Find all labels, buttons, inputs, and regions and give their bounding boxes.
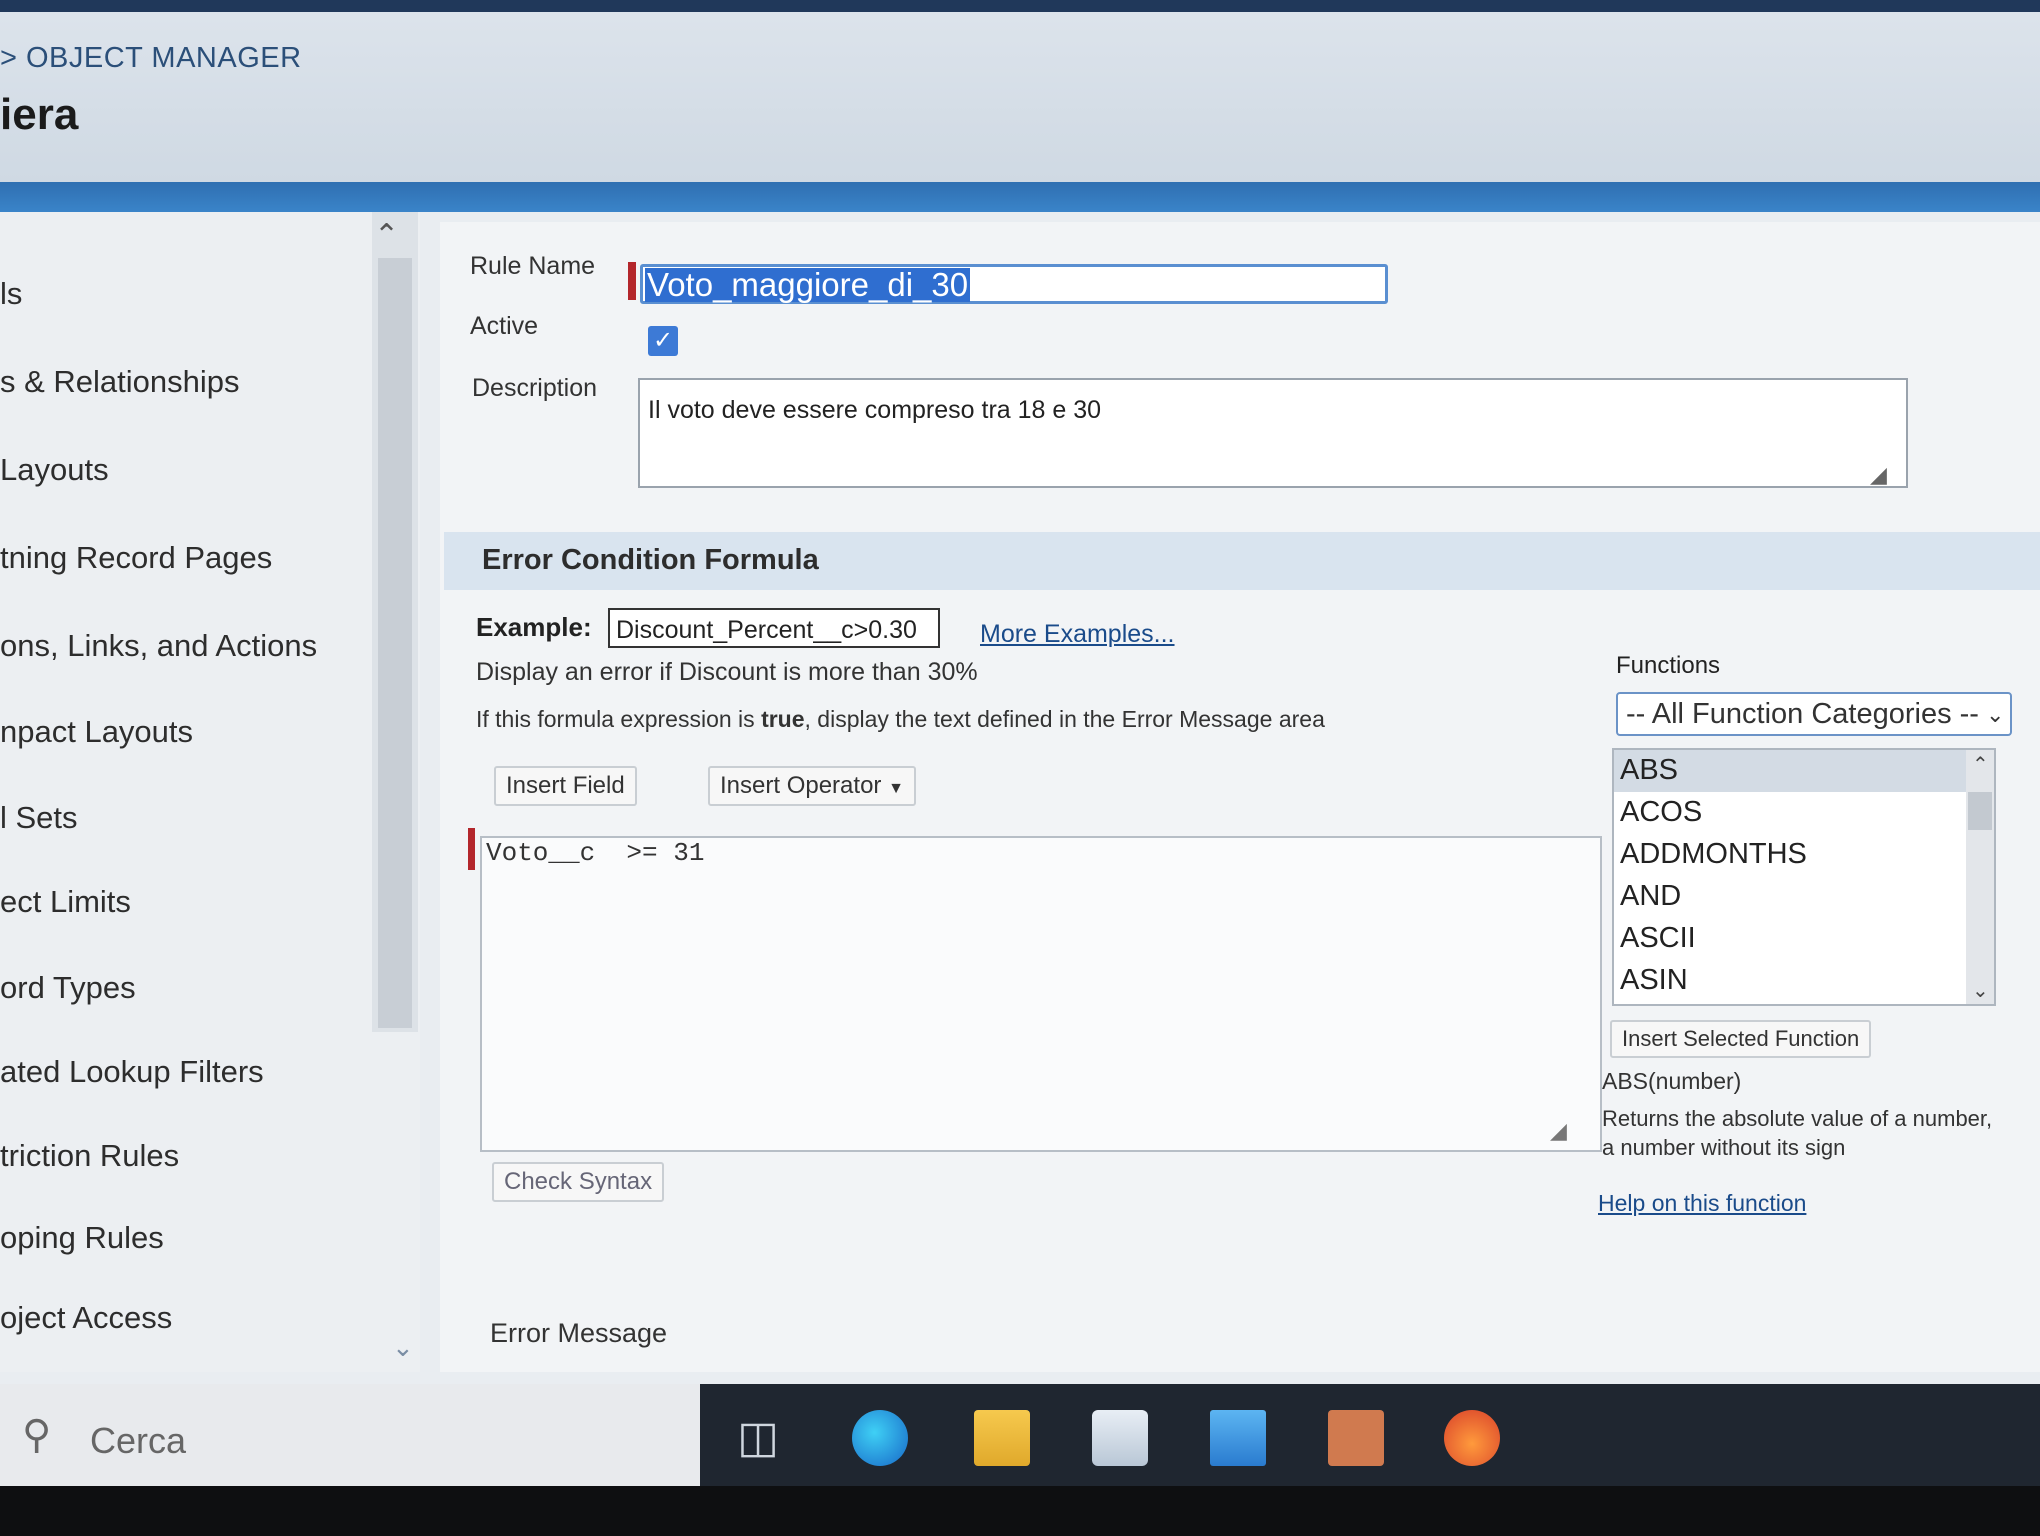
required-indicator bbox=[468, 828, 475, 870]
chevron-down-icon[interactable]: ⌄ bbox=[1972, 978, 1989, 1003]
function-item-acos[interactable]: ACOS bbox=[1620, 796, 1702, 829]
file-explorer-icon[interactable] bbox=[974, 1410, 1030, 1466]
function-item-asin[interactable]: ASIN bbox=[1620, 964, 1688, 997]
functions-label: Functions bbox=[1616, 652, 1721, 679]
more-examples-link[interactable]: More Examples... bbox=[980, 620, 1175, 649]
formula-hint: If this formula expression is true, disp… bbox=[476, 706, 1325, 733]
formula-editor-value[interactable]: Voto__c >= 31 bbox=[486, 838, 704, 868]
example-label: Example: bbox=[476, 612, 592, 642]
checkmark-icon: ✓ bbox=[652, 327, 674, 354]
chevron-down-icon[interactable]: ⌄ bbox=[392, 1332, 414, 1363]
function-list-scrollbar[interactable] bbox=[1966, 750, 1994, 1004]
function-item-and[interactable]: AND bbox=[1620, 880, 1681, 913]
sidebar-item-restriction-rules[interactable]: triction Rules bbox=[0, 1138, 179, 1174]
formula-hint-prefix: If this formula expression is bbox=[476, 706, 762, 732]
insert-selected-function-button[interactable]: Insert Selected Function bbox=[1610, 1020, 1872, 1058]
sidebar-item-compact-layouts[interactable]: npact Layouts bbox=[0, 714, 193, 750]
page-header bbox=[0, 0, 2040, 182]
sidebar-item-object-limits[interactable]: ect Limits bbox=[0, 884, 131, 920]
formula-hint-bold: true bbox=[761, 706, 805, 732]
sidebar-item-buttons-links-actions[interactable]: ons, Links, and Actions bbox=[0, 628, 317, 664]
insert-operator-button[interactable]: Insert Operator ▼ bbox=[708, 766, 916, 806]
check-syntax-button[interactable]: Check Syntax bbox=[492, 1162, 665, 1202]
example-value: Discount_Percent__c>0.30 bbox=[616, 616, 917, 644]
section-title: Error Condition Formula bbox=[482, 544, 819, 576]
sidebar-item-relationships[interactable]: s & Relationships bbox=[0, 364, 240, 400]
sidebar-item-record-types[interactable]: ord Types bbox=[0, 970, 136, 1006]
insert-field-button[interactable]: Insert Field bbox=[494, 766, 637, 806]
help-on-function-link[interactable]: Help on this function bbox=[1598, 1190, 1806, 1217]
example-description: Display an error if Discount is more tha… bbox=[476, 658, 978, 686]
description-value[interactable]: Il voto deve essere compreso tra 18 e 30 bbox=[648, 396, 1101, 425]
formula-hint-suffix: , display the text defined in the Error … bbox=[804, 706, 1325, 732]
rule-name-value[interactable]: Voto_maggiore_di_30 bbox=[645, 268, 971, 302]
resize-handle-icon[interactable]: ◢ bbox=[1870, 462, 1887, 488]
function-description: Returns the absolute value of a number, … bbox=[1602, 1106, 1993, 1160]
chevron-up-icon[interactable]: ⌃ bbox=[1972, 752, 1989, 777]
rule-name-label: Rule Name bbox=[470, 252, 596, 280]
search-icon[interactable]: ⚲ bbox=[22, 1412, 51, 1458]
store-icon[interactable] bbox=[1092, 1410, 1148, 1466]
formula-editor[interactable] bbox=[480, 836, 1602, 1152]
description-textarea[interactable] bbox=[638, 378, 1908, 488]
error-message-label: Error Message bbox=[490, 1318, 668, 1348]
active-label: Active bbox=[470, 312, 539, 340]
sidebar-item-scoping-rules[interactable]: oping Rules bbox=[0, 1220, 164, 1256]
caret-down-icon: ▼ bbox=[888, 780, 904, 797]
sidebar-scrollbar-thumb[interactable] bbox=[378, 258, 412, 1028]
taskbar-search-placeholder[interactable]: Cerca bbox=[90, 1420, 186, 1462]
firefox-icon[interactable] bbox=[1444, 1410, 1500, 1466]
function-item-ascii[interactable]: ASCII bbox=[1620, 922, 1696, 955]
chevron-up-icon[interactable]: ⌃ bbox=[374, 218, 399, 253]
sidebar-item-page-layouts[interactable]: Layouts bbox=[0, 452, 109, 488]
sidebar-item-lightning-record-pages[interactable]: tning Record Pages bbox=[0, 540, 272, 576]
function-item-addmonths[interactable]: ADDMONTHS bbox=[1620, 838, 1807, 871]
description-label: Description bbox=[472, 374, 598, 402]
sidebar-item-field-sets[interactable]: l Sets bbox=[0, 800, 78, 836]
edge-icon[interactable] bbox=[852, 1410, 908, 1466]
active-checkbox[interactable]: ✓ bbox=[648, 326, 678, 356]
header-top-bar bbox=[0, 0, 2040, 12]
function-list-scrollbar-thumb[interactable] bbox=[1968, 792, 1992, 830]
resize-handle-icon[interactable]: ◢ bbox=[1550, 1118, 1567, 1144]
required-indicator bbox=[628, 262, 636, 300]
header-band bbox=[0, 182, 2040, 212]
function-category-value[interactable]: -- All Function Categories -- bbox=[1626, 698, 1979, 731]
page-title: iera bbox=[0, 90, 79, 139]
chevron-down-icon[interactable]: ⌄ bbox=[1986, 702, 2004, 728]
sidebar-item-related-lookup-filters[interactable]: ated Lookup Filters bbox=[0, 1054, 264, 1090]
task-view-icon[interactable]: ◫ bbox=[730, 1410, 786, 1466]
function-signature: ABS(number) bbox=[1602, 1068, 1742, 1094]
sidebar-item-object-access[interactable]: oject Access bbox=[0, 1300, 172, 1336]
calendar-app-icon[interactable] bbox=[1328, 1410, 1384, 1466]
function-item-abs[interactable]: ABS bbox=[1620, 754, 1678, 787]
sidebar-item-fields[interactable]: ls bbox=[0, 276, 22, 312]
insert-operator-label: Insert Operator bbox=[720, 772, 882, 799]
mail-icon[interactable] bbox=[1210, 1410, 1266, 1466]
breadcrumb[interactable]: > OBJECT MANAGER bbox=[0, 42, 302, 75]
screen-bezel bbox=[0, 1486, 2040, 1536]
